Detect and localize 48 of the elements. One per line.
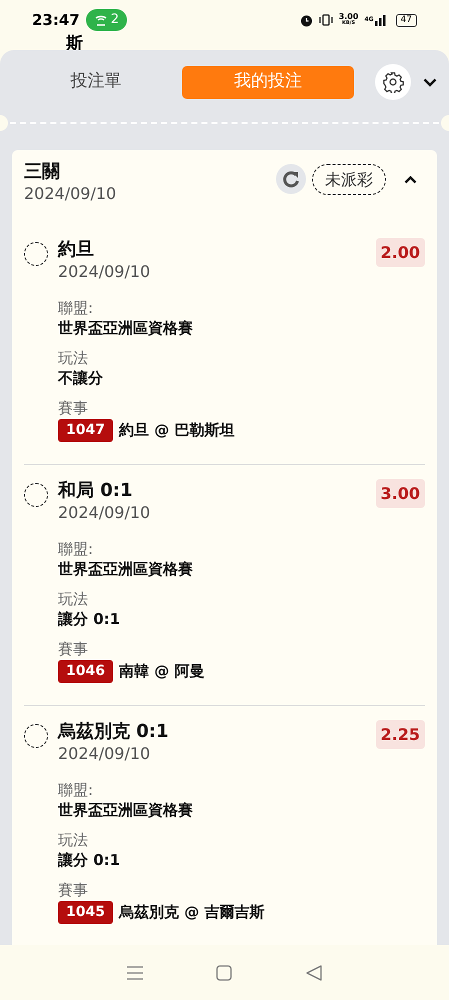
- event-name: 烏茲別克 @ 吉爾吉斯: [118, 902, 264, 924]
- selection-name: 和局 0:1: [58, 479, 134, 503]
- field-label: 賽事: [58, 639, 89, 659]
- field-label: 聯盟:: [58, 539, 94, 559]
- field-value: 世界盃亞洲區資格賽: [58, 800, 194, 820]
- field-value: 讓分 0:1: [58, 609, 122, 629]
- bet-type: 三關: [24, 160, 61, 184]
- selection-name: 約旦: [58, 238, 95, 262]
- net-speed: 3.00: [338, 13, 358, 20]
- field-label: 聯盟:: [58, 298, 94, 318]
- leg-date: 2024/09/10: [58, 503, 152, 523]
- field-label: 玩法: [58, 348, 89, 368]
- tab[interactable]: 投注單: [10, 66, 182, 98]
- field-label: 賽事: [58, 398, 89, 418]
- field-label: 賽事: [58, 880, 89, 900]
- field-label: 聯盟:: [58, 780, 94, 800]
- leg-date: 2024/09/10: [58, 262, 152, 282]
- signal-icon: [374, 14, 386, 26]
- bet-status-badge: 未派彩: [312, 164, 386, 195]
- chevron-up-icon[interactable]: [404, 176, 417, 184]
- event-code-badge: 1046: [58, 660, 113, 683]
- odds-badge: 3.00: [376, 479, 425, 508]
- alarm-icon: [300, 14, 313, 26]
- back-icon[interactable]: [306, 964, 322, 980]
- odds-badge: 2.25: [376, 720, 425, 749]
- field-value: 世界盃亞洲區資格賽: [58, 559, 194, 579]
- event-code-badge: 1047: [58, 419, 113, 442]
- vibrate-icon: [318, 14, 333, 26]
- event-name: 約旦 @ 巴勒斯坦: [118, 420, 234, 442]
- chevron-down-icon[interactable]: [423, 78, 437, 86]
- event-name: 南韓 @ 阿曼: [118, 661, 204, 682]
- refresh-icon[interactable]: [276, 164, 306, 194]
- field-value: 讓分 0:1: [58, 850, 122, 870]
- hotspot-badge: 2: [86, 9, 128, 31]
- status-time: 23:47: [32, 10, 80, 31]
- odds-badge: 2.00: [376, 238, 425, 267]
- field-value: 世界盃亞洲區資格賽: [58, 318, 194, 338]
- event-code-badge: 1045: [58, 901, 113, 924]
- field-value: 不讓分: [58, 368, 104, 388]
- field-label: 玩法: [58, 830, 89, 850]
- home-icon[interactable]: [216, 964, 232, 980]
- field-label: 玩法: [58, 589, 89, 609]
- selection-name: 烏茲別克 0:1: [58, 720, 170, 744]
- menu-icon[interactable]: [126, 966, 143, 980]
- bet-date: 2024/09/10: [24, 184, 118, 204]
- leg-date: 2024/09/10: [58, 744, 152, 764]
- battery-indicator: 47: [396, 14, 417, 26]
- settings-icon[interactable]: [375, 64, 411, 100]
